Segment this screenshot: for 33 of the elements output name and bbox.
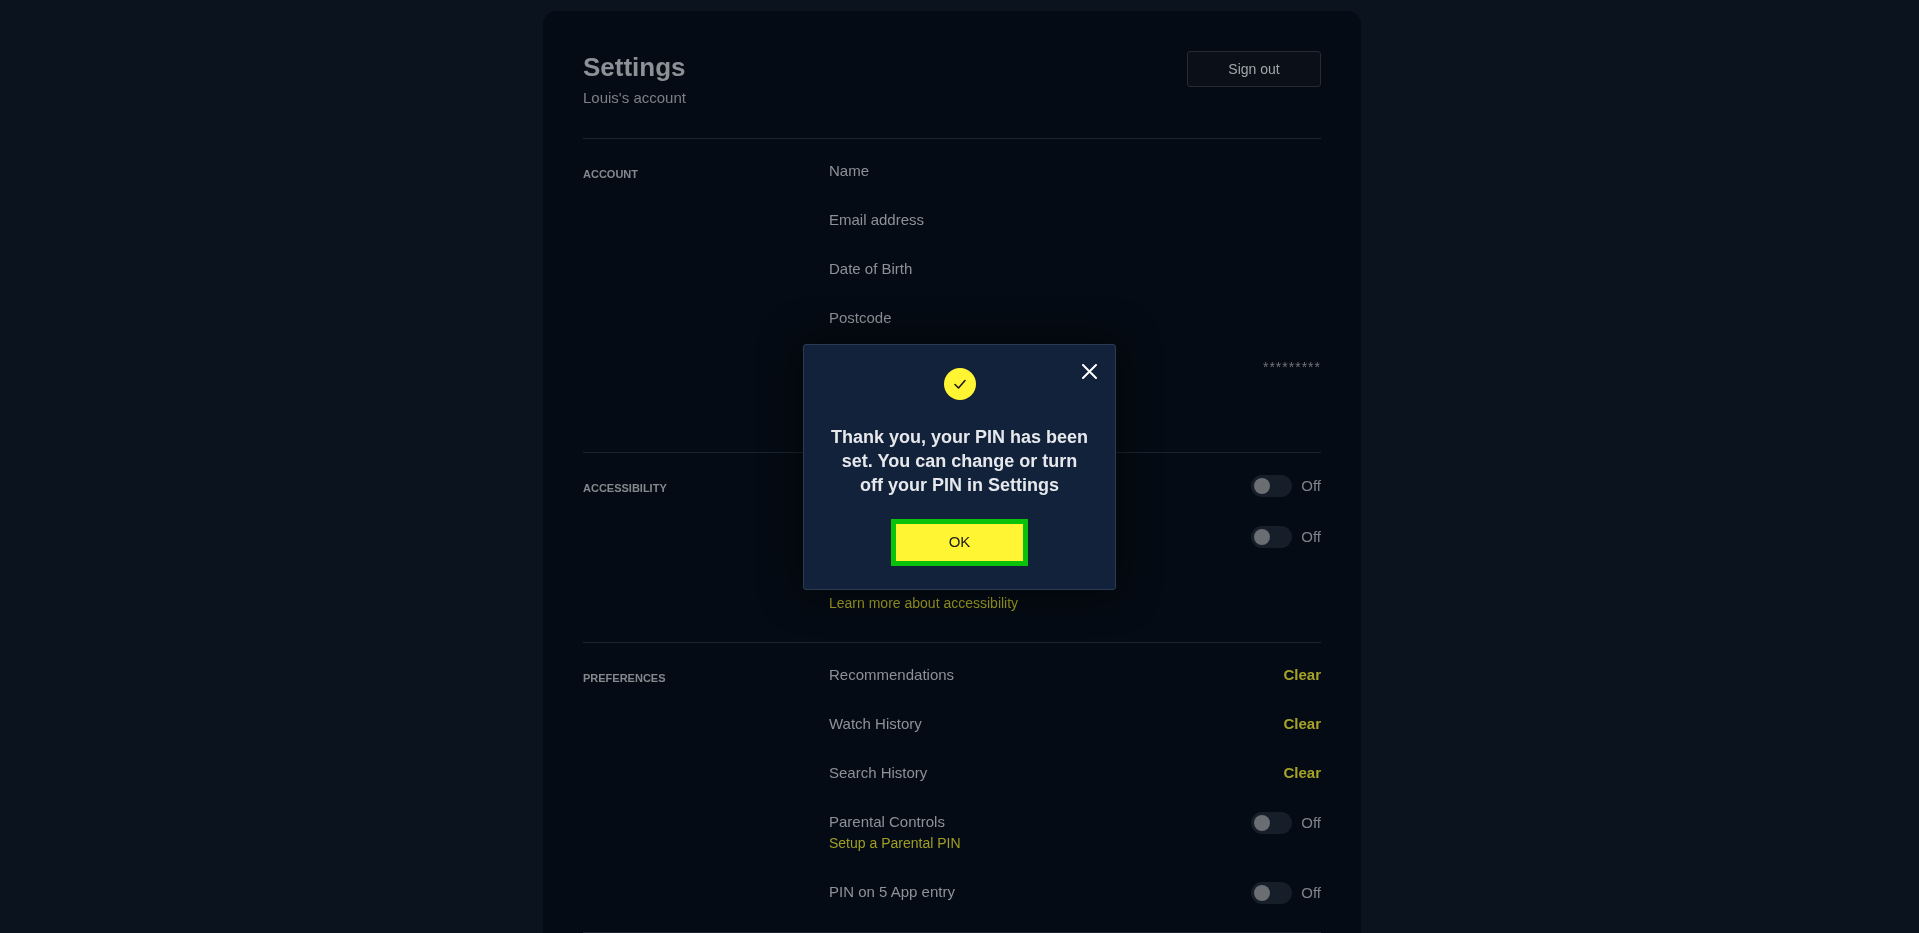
setting-label: Email address [829, 210, 925, 230]
setting-label: Recommendations [829, 665, 955, 685]
sign-out-button[interactable]: Sign out [1187, 51, 1321, 87]
toggle-switch[interactable] [1251, 812, 1293, 834]
setting-label: Name [829, 161, 869, 181]
setting-label: Watch History [829, 714, 922, 734]
toggle-state: Off [1301, 476, 1321, 496]
setting-label: PIN on 5 App entry [829, 882, 955, 902]
account-subtitle: Louis's account [583, 88, 686, 108]
clear-link[interactable]: Clear [1283, 714, 1321, 734]
page-title: Settings [583, 51, 686, 83]
section-heading: ACCOUNT [583, 168, 638, 180]
setting-label: Postcode [829, 308, 892, 328]
check-icon [943, 367, 976, 400]
clear-link[interactable]: Clear [1283, 763, 1321, 783]
toggle-state: Off [1301, 527, 1321, 547]
toggle-state: Off [1301, 883, 1321, 903]
section-heading: ACCESSIBILITY [583, 482, 667, 494]
setting-label: Parental Controls [829, 812, 946, 832]
setting-label: Search History [829, 763, 928, 783]
masked-value: ********* [1262, 358, 1321, 377]
setting-link[interactable]: Learn more about accessibility [829, 593, 1019, 613]
setting-link[interactable]: Setup a Parental PIN [829, 833, 961, 853]
toggle-switch[interactable] [1251, 526, 1293, 548]
toggle-switch[interactable] [1251, 882, 1293, 904]
clear-link[interactable]: Clear [1283, 665, 1321, 685]
section-heading: PREFERENCES [583, 672, 666, 684]
dialog-message: Thank you, your PIN has been set. You can change or turn off your PIN in Settings [829, 425, 1090, 497]
toggle-state: Off [1301, 813, 1321, 833]
close-icon[interactable] [1082, 363, 1097, 379]
toggle-switch[interactable] [1251, 475, 1293, 497]
ok-button[interactable]: OK [891, 518, 1028, 566]
setting-label: Date of Birth [829, 259, 913, 279]
